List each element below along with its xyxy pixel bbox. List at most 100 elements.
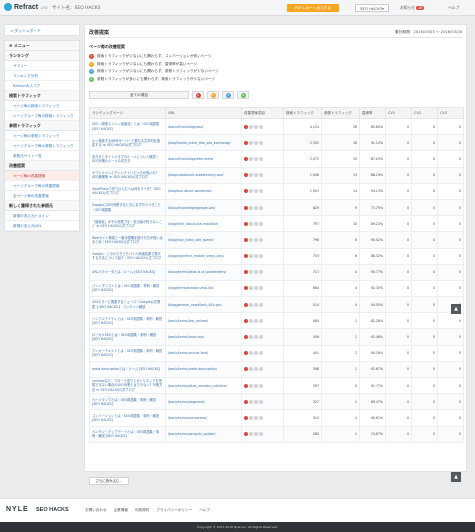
- filter-all-button[interactable]: 全ての項目: [89, 91, 189, 99]
- footer-link-help[interactable]: ヘルプ: [199, 508, 210, 513]
- table-row[interactable]: 404エラーに関連するニュース｜Google公式発表【 SEO HACKS 】 …: [89, 296, 464, 314]
- landing-page-title[interactable]: WordPressで作り込んだ人は何をすべき？ SEO HACKS公式ブログ: [89, 182, 166, 200]
- landing-page-title[interactable]: アンカーテキストとは｜SEO用語集・事例・解説 [SEO HACKS]: [89, 344, 166, 362]
- landing-page-title[interactable]: Google、このかたちでモバイル検索結果で表示する方法について紹介｜SEO H…: [89, 247, 166, 265]
- column-header-cv1[interactable]: CV1: [385, 107, 412, 119]
- sidebar-item-page-improvements[interactable]: ページ毎の改善提案: [5, 171, 79, 181]
- sidebar-item-group-improvements[interactable]: ページグループ毎の改善提案: [5, 181, 79, 191]
- pdf-report-button[interactable]: PDFレポート出力する: [287, 4, 339, 12]
- table-row[interactable]: noindexなど、クローラ巡りとボトルネックを把握できない場合のSEO対策とは…: [89, 376, 464, 395]
- sidebar-item-new-urls[interactable]: 新規の流入元URL: [5, 221, 79, 231]
- landing-page-url[interactable]: /basic/terms/what-is-url-parameters/: [165, 263, 242, 281]
- landing-page-url[interactable]: /basic/terms/local-seo/: [165, 328, 242, 346]
- table-row[interactable]: Webサイト構成と一番手間暇を掛けた方が良い点まとめ｜SEO HACKS公式ブロ…: [89, 231, 464, 249]
- landing-page-url[interactable]: /basic/terms/anchor-text/: [165, 344, 242, 362]
- landing-page-url[interactable]: /blog/algorithm_mobile_serps_pics/: [165, 247, 242, 265]
- sidebar-item-refract-score[interactable]: Refract大スコア: [5, 81, 79, 91]
- landing-page-url[interactable]: /basic/terms/penguin_update/: [165, 425, 242, 443]
- sidebar-item-group-search-traffic[interactable]: ページグループ毎の検索トラフィック: [5, 111, 79, 121]
- landing-page-title[interactable]: ペンギン・アップデートとは｜SEO用語集・事例・解説 [SEO HACKS]: [89, 425, 166, 443]
- landing-page-title[interactable]: コンバージョンとは｜SEO用語集・事例・解説 [SEO HACKS]: [89, 409, 166, 427]
- column-header-referral-traffic[interactable]: 参照トラフィック: [321, 107, 360, 119]
- dashboard-back-link[interactable]: < ダッシュボード: [4, 24, 80, 36]
- table-row[interactable]: meta descriptionとは｜ルーム [SEO HACKS]/basic…: [89, 360, 464, 379]
- landing-page-title[interactable]: URLパラメータとは｜ルーム [SEO HACKS]: [89, 263, 166, 281]
- landing-page-title[interactable]: SEO（検索エンジン最適化）とは｜SEO用語集 [SEO HACKS]: [89, 117, 166, 136]
- column-header-cv3[interactable]: CV3: [437, 107, 464, 119]
- column-header-landing-page[interactable]: ランディングページ: [89, 107, 166, 119]
- landing-page-url[interactable]: /basic/terms/meta-description/: [165, 360, 242, 379]
- landing-page-url[interactable]: /basic/terms/what_noindex_nofollow/: [165, 376, 242, 395]
- landing-page-url[interactable]: /blog/general_newsflash_404-gsc/: [165, 296, 242, 314]
- footer-link-privacy[interactable]: プライバシーポリシー: [156, 508, 192, 513]
- scroll-to-top-icon[interactable]: ▲: [451, 304, 461, 314]
- app-logo[interactable]: Refract pro: [4, 3, 48, 11]
- table-row[interactable]: SEO（検索エンジン最適化）とは｜SEO用語集 [SEO HACKS]/basi…: [89, 117, 464, 136]
- column-header-cv2[interactable]: CV2: [411, 107, 438, 119]
- seo-hacks-logo[interactable]: SEO HACKS: [36, 507, 69, 513]
- landing-page-title[interactable]: ページランクとは｜SEO用語集・事例・解説 [SEO HACKS]: [89, 393, 166, 411]
- table-row[interactable]: GoogleにSEO対策するときにまず行うべきこと｜SEO用語集/basic/k…: [89, 198, 464, 217]
- landing-page-title[interactable]: noindexなど、クローラ巡りとボトルネックを把握できない場合のSEO対策とは…: [89, 376, 166, 395]
- filter-3-button[interactable]: 3: [222, 91, 234, 99]
- sidebar-item-summary[interactable]: サマリー: [5, 61, 79, 71]
- landing-page-title[interactable]: パンくずリストとは｜SEO用語集・事例・解説 [SEO HACKS]: [89, 279, 166, 298]
- landing-page-title[interactable]: ローカルSEOとは｜SEO用語集・事例・解説 [SEO HACKS]: [89, 328, 166, 346]
- filter-4-button[interactable]: 4: [237, 91, 249, 99]
- landing-page-url[interactable]: /basic/terms/pagerank/: [165, 393, 242, 411]
- table-row[interactable]: コンバージョンとは｜SEO用語集・事例・解説 [SEO HACKS]/basic…: [89, 409, 464, 427]
- landing-page-title[interactable]: 「最適化」がその影響力を・担当者が知らないこと ≫ SEO HACKS公式ブログ: [89, 215, 166, 233]
- sidebar-item-page-referral-traffic[interactable]: ページ毎の参照トラフィック: [5, 131, 79, 141]
- sidebar-item-all-improvements[interactable]: 全ページ毎の改善提案: [5, 191, 79, 201]
- landing-page-url[interactable]: /basic/knowledge/title-meta/: [165, 150, 242, 168]
- sidebar-item-new-domains[interactable]: 新規の流入元ドメイン: [5, 211, 79, 221]
- landing-page-url[interactable]: /basic/terms/link_ranked/: [165, 312, 242, 330]
- table-row[interactable]: アンカーテキストとは｜SEO用語集・事例・解説 [SEO HACKS]/basi…: [89, 344, 464, 362]
- filter-2-button[interactable]: 2: [207, 91, 219, 99]
- table-row[interactable]: ローカルSEOとは｜SEO用語集・事例・解説 [SEO HACKS]/basic…: [89, 328, 464, 346]
- table-row[interactable]: サブドメインとディレクトリどっちが良いの？SEO施策等 ≫ SEO HACKS公…: [89, 166, 464, 184]
- column-header-bounce-rate[interactable]: 直帰率: [359, 107, 386, 119]
- scroll-to-top-icon[interactable]: ▲: [451, 472, 461, 482]
- footer-link-terms[interactable]: 利用規約: [135, 508, 149, 513]
- landing-page-title[interactable]: meta descriptionとは｜ルーム [SEO HACKS]: [89, 360, 166, 379]
- landing-page-url[interactable]: /blog/html_about-use-readable/: [165, 215, 242, 233]
- table-row[interactable]: 書き方とタイトルタグのルールについて解説｜SEO対策のルールの書き方/basic…: [89, 150, 464, 168]
- load-more-button[interactable]: さらに読み込む...: [89, 477, 129, 485]
- table-row[interactable]: よく検索するWEBサーバーと異なる文字列を指定する ≫ SEO HACKS公式ブ…: [89, 134, 464, 152]
- landing-page-title[interactable]: サブドメインとディレクトリどっちが良いの？SEO施策等 ≫ SEO HACKS公…: [89, 166, 166, 184]
- column-header-url[interactable]: URL: [165, 107, 242, 119]
- site-select-dropdown[interactable]: SEO HACKS▾: [355, 4, 389, 12]
- footer-link-company[interactable]: 企業情報: [114, 508, 128, 513]
- table-row[interactable]: ページランクとは｜SEO用語集・事例・解説 [SEO HACKS]/basic/…: [89, 393, 464, 411]
- landing-page-url[interactable]: /blog/howto_index_title_seo_exampleg/: [165, 134, 242, 152]
- landing-page-title[interactable]: リンクエクイティとは｜SEO用語集・事例・解説 [SEO HACKS]: [89, 312, 166, 330]
- table-row[interactable]: パンくずリストとは｜SEO用語集・事例・解説 [SEO HACKS]/blog/…: [89, 279, 464, 298]
- notifications-link[interactable]: お知らせ 26: [400, 5, 425, 11]
- landing-page-title[interactable]: GoogleにSEO対策するときにまず行うべきこと｜SEO用語集: [89, 198, 166, 217]
- sidebar-item-group-referral-traffic[interactable]: ページグループ毎の参照トラフィック: [5, 141, 79, 151]
- sidebar-item-ranking-analysis[interactable]: ランキング分析: [5, 71, 79, 81]
- landing-page-title[interactable]: 書き方とタイトルタグのルールについて解説｜SEO対策のルールの書き方: [89, 150, 166, 168]
- landing-page-title[interactable]: 404エラーに関連するニュース｜Google公式発表【 SEO HACKS 】 …: [89, 296, 166, 314]
- table-row[interactable]: ペンギン・アップデートとは｜SEO用語集・事例・解説 [SEO HACKS]/b…: [89, 425, 464, 443]
- sidebar-item-referral-sites[interactable]: 参照元サイト一覧: [5, 151, 79, 161]
- table-row[interactable]: Google、このかたちでモバイル検索結果で表示する方法について紹介｜SEO H…: [89, 247, 464, 265]
- landing-page-url[interactable]: /basic/terms/conversion/: [165, 409, 242, 427]
- table-row[interactable]: 「最適化」がその影響力を・担当者が知らないこと ≫ SEO HACKS公式ブログ…: [89, 215, 464, 233]
- landing-page-url[interactable]: /blog/how_index_site_speed/: [165, 231, 242, 249]
- table-row[interactable]: WordPressで作り込んだ人は何をすべき？ SEO HACKS公式ブログ/b…: [89, 182, 464, 200]
- table-row[interactable]: URLパラメータとは｜ルーム [SEO HACKS]/basic/terms/w…: [89, 263, 464, 281]
- landing-page-url[interactable]: /basic/knowledge/seo/: [165, 117, 242, 136]
- landing-page-title[interactable]: Webサイト構成と一番手間暇を掛けた方が良い点まとめ｜SEO HACKS公式ブロ…: [89, 231, 166, 249]
- filter-1-button[interactable]: 1: [192, 91, 204, 99]
- nyle-logo[interactable]: NYLE: [6, 506, 29, 513]
- landing-page-url[interactable]: /blog/tool-about-wordpress/: [165, 182, 242, 200]
- landing-page-url[interactable]: /blog/subdomain-subdirectory-seo/: [165, 166, 242, 184]
- landing-page-url[interactable]: /basic/knowledge/google-seo/: [165, 198, 242, 217]
- column-header-improvements[interactable]: 改善提案項目: [241, 107, 284, 119]
- landing-page-title[interactable]: よく検索するWEBサーバーと異なる文字列を指定する ≫ SEO HACKS公式ブ…: [89, 134, 166, 152]
- help-link[interactable]: ヘルプ: [448, 5, 459, 11]
- footer-link-contact[interactable]: お問い合わせ: [85, 508, 107, 513]
- landing-page-url[interactable]: /blog/terms/breadcrumb-list/: [165, 279, 242, 298]
